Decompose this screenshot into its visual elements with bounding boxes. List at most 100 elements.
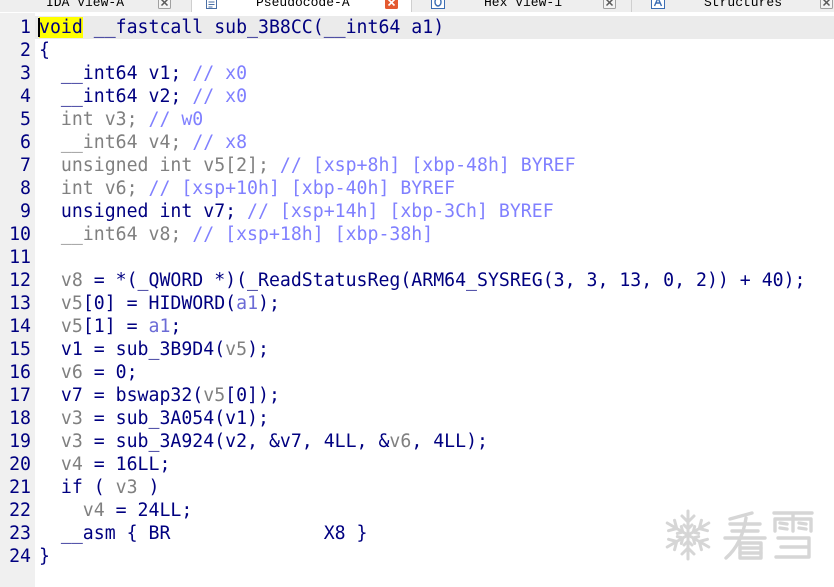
code-line[interactable]: 20 v4 = 16LL; (0, 453, 834, 476)
code-line[interactable]: 8 int v6; // [xsp+10h] [xbp-40h] BYREF (0, 177, 834, 200)
code-token[interactable]: v1 = sub_3B9D4( (39, 339, 225, 360)
code-text[interactable]: v8 = *(_QWORD *)(_ReadStatusReg(ARM64_SY… (39, 269, 806, 292)
code-token[interactable]: v5 (39, 293, 83, 314)
code-line[interactable]: 13 v5[0] = HIDWORD(a1); (0, 292, 834, 315)
code-token[interactable]: v3 (116, 477, 138, 498)
code-token[interactable]: v6 (389, 431, 411, 452)
code-token[interactable]: v7 = bswap32( (39, 385, 203, 406)
code-line[interactable]: 18 v3 = sub_3A054(v1); (0, 407, 834, 430)
code-text[interactable]: v5[0] = HIDWORD(a1); (39, 292, 280, 315)
code-token[interactable]: v4 (39, 500, 105, 521)
code-line[interactable]: 3 __int64 v1; // x0 (0, 62, 834, 85)
code-text[interactable]: void __fastcall sub_3B8CC(__int64 a1) (39, 16, 444, 39)
code-token[interactable]: __asm { BR X8 } (39, 523, 368, 544)
code-token[interactable]: [0] = HIDWORD( (83, 293, 236, 314)
code-token[interactable]: [0]); (225, 385, 280, 406)
code-line[interactable]: 11 (0, 246, 834, 269)
code-line[interactable]: 7 unsigned int v5[2]; // [xsp+8h] [xbp-4… (0, 154, 834, 177)
close-icon[interactable] (385, 0, 398, 9)
code-token[interactable]: v5 (203, 385, 225, 406)
tab-hex-view-1[interactable]: Hex View-1 (412, 0, 631, 12)
code-token[interactable]: = 24LL; (105, 500, 193, 521)
code-text[interactable]: __int64 v4; // x8 (39, 131, 247, 154)
code-token[interactable]: v5 (225, 339, 247, 360)
code-token[interactable]: __int64 v1; (39, 63, 192, 84)
code-token[interactable]: a1 (236, 293, 258, 314)
code-text[interactable]: unsigned int v5[2]; // [xsp+8h] [xbp-48h… (39, 154, 576, 177)
code-line[interactable]: 19 v3 = sub_3A924(v2, &v7, 4LL, &v6, 4LL… (0, 430, 834, 453)
code-line[interactable]: 14 v5[1] = a1; (0, 315, 834, 338)
code-token[interactable]: // x0 (192, 63, 247, 84)
code-text[interactable]: v1 = sub_3B9D4(v5); (39, 338, 269, 361)
code-token[interactable]: // [xsp+18h] [xbp-38h] (192, 224, 433, 245)
tab-pseudocode-a[interactable]: Pseudocode-A (192, 0, 411, 12)
code-token[interactable]: v4 (39, 454, 83, 475)
code-token[interactable]: v6 (39, 362, 83, 383)
code-token[interactable]: = 16LL; (83, 454, 171, 475)
code-text[interactable]: v7 = bswap32(v5[0]); (39, 384, 280, 407)
code-token[interactable]: __int64 v8; (39, 224, 192, 245)
code-token[interactable]: // [xsp+10h] [xbp-40h] BYREF (149, 178, 456, 199)
code-line[interactable]: 15 v1 = sub_3B9D4(v5); (0, 338, 834, 361)
code-token[interactable]: int v6; (39, 178, 149, 199)
code-token[interactable]: ); (258, 293, 280, 314)
code-token[interactable]: // x8 (192, 132, 247, 153)
code-token[interactable]: v3 (39, 431, 83, 452)
code-line[interactable]: 12 v8 = *(_QWORD *)(_ReadStatusReg(ARM64… (0, 269, 834, 292)
code-text[interactable]: unsigned int v7; // [xsp+14h] [xbp-3Ch] … (39, 200, 554, 223)
code-text[interactable]: v5[1] = a1; (39, 315, 181, 338)
code-text[interactable]: v6 = 0; (39, 361, 138, 384)
code-token[interactable]: ; (170, 316, 181, 337)
code-token[interactable]: v3 (39, 408, 83, 429)
code-token[interactable]: = sub_3A054(v1); (83, 408, 269, 429)
code-line[interactable]: 17 v7 = bswap32(v5[0]); (0, 384, 834, 407)
code-token[interactable]: v8 (39, 270, 83, 291)
code-text[interactable]: if ( v3 ) (39, 476, 160, 499)
code-token[interactable]: = *(_QWORD *)(_ReadStatusReg(ARM64_SYSRE… (83, 270, 806, 291)
code-text[interactable]: v4 = 24LL; (39, 499, 193, 522)
code-token[interactable]: { (39, 40, 50, 61)
code-lines[interactable]: 1 void __fastcall sub_3B8CC(__int64 a1) 2{… (0, 16, 834, 568)
code-text[interactable]: } (39, 545, 50, 568)
code-token[interactable]: unsigned int v5[2]; (39, 155, 280, 176)
code-token[interactable]: } (39, 546, 50, 567)
code-token[interactable]: , 4LL); (411, 431, 488, 452)
code-text[interactable]: int v6; // [xsp+10h] [xbp-40h] BYREF (39, 177, 455, 200)
code-line[interactable]: 9 unsigned int v7; // [xsp+14h] [xbp-3Ch… (0, 200, 834, 223)
code-token[interactable]: // [xsp+8h] [xbp-48h] BYREF (280, 155, 576, 176)
code-text[interactable]: __int64 v8; // [xsp+18h] [xbp-38h] (39, 223, 433, 246)
code-token[interactable]: = sub_3A924(v2, &v7, 4LL, & (83, 431, 390, 452)
code-line[interactable]: 4 __int64 v2; // x0 (0, 85, 834, 108)
code-token[interactable]: v5 (39, 316, 83, 337)
code-text[interactable]: v3 = sub_3A054(v1); (39, 407, 269, 430)
code-token[interactable]: __int64 v2; (39, 86, 192, 107)
code-text[interactable]: __int64 v2; // x0 (39, 85, 247, 108)
code-text[interactable]: int v3; // w0 (39, 108, 203, 131)
tab-structures[interactable]: Structures (632, 0, 834, 12)
code-text[interactable]: { (39, 39, 50, 62)
code-token[interactable]: unsigned int v7; (39, 201, 247, 222)
tab-ida-view-a[interactable]: IDA View-A (0, 0, 191, 12)
code-token[interactable]: // x0 (192, 86, 247, 107)
highlighted-token[interactable]: void (39, 17, 83, 38)
code-token[interactable]: // w0 (149, 109, 204, 130)
code-line[interactable]: 21 if ( v3 ) (0, 476, 834, 499)
code-text[interactable]: __asm { BR X8 } (39, 522, 368, 545)
code-token[interactable]: // [xsp+14h] [xbp-3Ch] BYREF (247, 201, 554, 222)
code-text[interactable]: __int64 v1; // x0 (39, 62, 247, 85)
close-icon[interactable] (820, 0, 833, 9)
code-line[interactable]: 16 v6 = 0; (0, 361, 834, 384)
code-token[interactable]: __fastcall sub_3B8CC(__int64 a1) (83, 17, 444, 38)
close-icon[interactable] (158, 0, 171, 9)
code-line[interactable]: 5 int v3; // w0 (0, 108, 834, 131)
code-token[interactable]: ); (247, 339, 269, 360)
code-line[interactable]: 10 __int64 v8; // [xsp+18h] [xbp-38h] (0, 223, 834, 246)
code-token[interactable]: __int64 v4; (39, 132, 192, 153)
code-line[interactable]: 6 __int64 v4; // x8 (0, 131, 834, 154)
code-token[interactable]: = 0; (83, 362, 138, 383)
code-text[interactable]: v4 = 16LL; (39, 453, 171, 476)
code-token[interactable]: if ( (39, 477, 116, 498)
code-token[interactable]: a1 (149, 316, 171, 337)
code-line[interactable]: 1 void __fastcall sub_3B8CC(__int64 a1) (0, 16, 834, 39)
code-line[interactable]: 2{ (0, 39, 834, 62)
